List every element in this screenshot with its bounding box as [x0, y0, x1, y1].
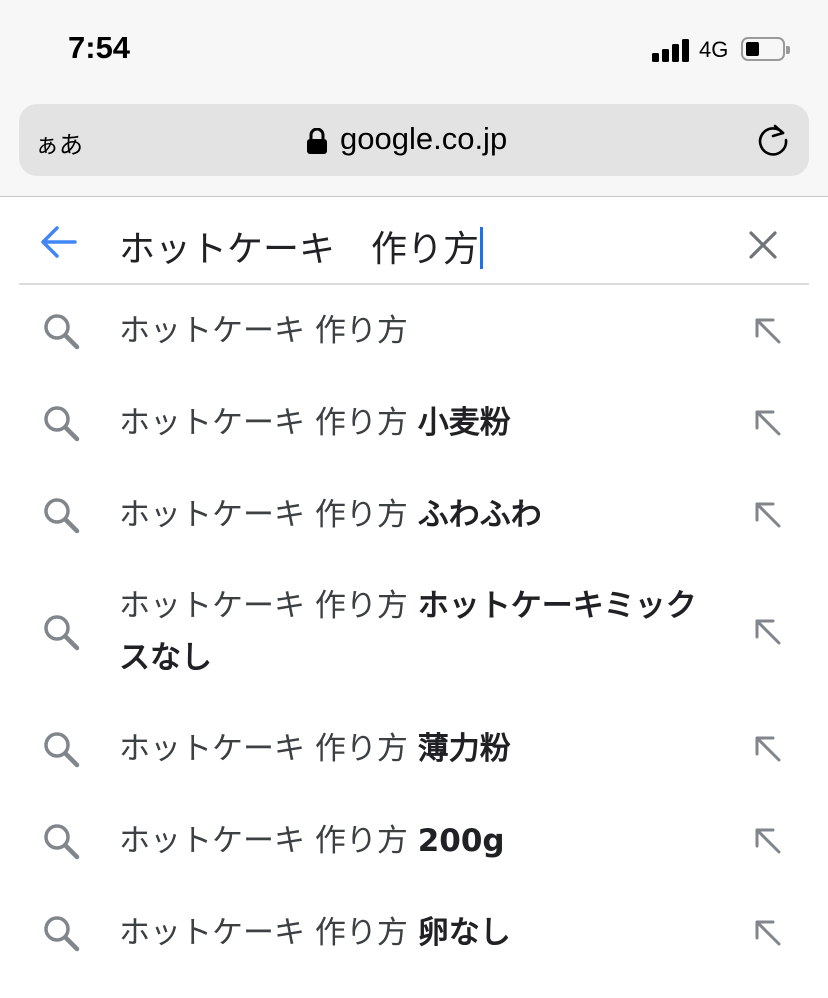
- suggestion-base: ホットケーキ 作り方: [119, 823, 408, 859]
- suggestion-text: ホットケーキ 作り方 小麦粉: [119, 397, 719, 449]
- text-cursor: [480, 227, 484, 269]
- suggestion-base: ホットケーキ 作り方: [119, 313, 408, 349]
- arrow-up-left-icon[interactable]: [752, 825, 784, 857]
- suggestion-bold: 卵なし: [417, 915, 511, 951]
- arrow-up-left-icon[interactable]: [752, 616, 784, 648]
- url-domain[interactable]: google.co.jp: [340, 121, 507, 157]
- battery-icon: [741, 37, 790, 61]
- arrow-up-left-icon[interactable]: [752, 917, 784, 949]
- browser-chrome: 7:54 4G ぁあ google.co.jp: [0, 0, 828, 197]
- arrow-up-left-icon[interactable]: [752, 499, 784, 531]
- suggestion-list: ホットケーキ 作り方 ホットケーキ 作り方 小麦粉 ホットケーキ 作り方 ふわふ…: [0, 285, 828, 979]
- suggestion-item[interactable]: ホットケーキ 作り方 ホットケーキミックスなし: [0, 561, 828, 703]
- suggestion-text: ホットケーキ 作り方 ふわふわ: [119, 489, 719, 541]
- close-icon[interactable]: [748, 230, 778, 260]
- suggestion-item[interactable]: ホットケーキ 作り方 卵なし: [0, 887, 828, 979]
- suggestion-base: ホットケーキ 作り方: [119, 405, 408, 441]
- suggestion-item[interactable]: ホットケーキ 作り方 小麦粉: [0, 377, 828, 469]
- lock-icon: [307, 128, 327, 154]
- arrow-up-left-icon[interactable]: [752, 733, 784, 765]
- suggestion-item[interactable]: ホットケーキ 作り方 薄力粉: [0, 703, 828, 795]
- text-size-button[interactable]: ぁあ: [35, 125, 83, 160]
- reload-icon[interactable]: [755, 122, 791, 158]
- back-arrow-icon[interactable]: [39, 224, 77, 260]
- suggestion-text: ホットケーキ 作り方 卵なし: [119, 907, 719, 959]
- search-icon: [44, 498, 80, 534]
- search-input[interactable]: ホットケーキ 作り方: [119, 220, 484, 272]
- network-type: 4G: [699, 37, 729, 62]
- search-query-text: ホットケーキ 作り方: [119, 229, 480, 270]
- suggestion-base: ホットケーキ 作り方: [119, 588, 408, 624]
- search-icon: [44, 916, 80, 952]
- suggestion-base: ホットケーキ 作り方: [119, 497, 408, 533]
- suggestion-item[interactable]: ホットケーキ 作り方 200g: [0, 795, 828, 887]
- search-icon: [44, 406, 80, 442]
- search-bar: ホットケーキ 作り方: [19, 197, 809, 285]
- status-time: 7:54: [68, 30, 131, 65]
- suggestion-bold: 小麦粉: [417, 405, 511, 441]
- arrow-up-left-icon[interactable]: [752, 407, 784, 439]
- suggestion-text: ホットケーキ 作り方 200g: [119, 815, 719, 867]
- signal-icon: [652, 38, 692, 62]
- search-icon: [44, 824, 80, 860]
- suggestion-bold: 薄力粉: [417, 731, 511, 767]
- suggestion-bold: ふわふわ: [417, 497, 542, 533]
- suggestion-bold: 200g: [417, 823, 505, 859]
- search-icon: [44, 314, 80, 350]
- suggestion-item[interactable]: ホットケーキ 作り方: [0, 285, 828, 377]
- search-icon: [44, 732, 80, 768]
- search-icon: [44, 615, 80, 651]
- suggestion-item[interactable]: ホットケーキ 作り方 ふわふわ: [0, 469, 828, 561]
- suggestion-text: ホットケーキ 作り方 ホットケーキミックスなし: [119, 580, 719, 684]
- suggestion-text: ホットケーキ 作り方 薄力粉: [119, 723, 719, 775]
- arrow-up-left-icon[interactable]: [752, 315, 784, 347]
- suggestion-base: ホットケーキ 作り方: [119, 915, 408, 951]
- address-bar[interactable]: ぁあ google.co.jp: [19, 104, 809, 176]
- suggestion-text: ホットケーキ 作り方: [119, 305, 719, 357]
- suggestion-base: ホットケーキ 作り方: [119, 731, 408, 767]
